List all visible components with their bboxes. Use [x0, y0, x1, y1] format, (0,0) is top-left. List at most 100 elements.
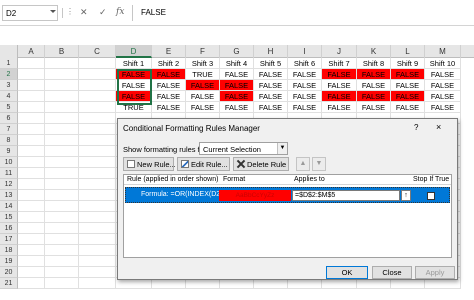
cell[interactable]: [45, 201, 79, 212]
data-cell[interactable]: FALSE: [391, 80, 425, 91]
cell[interactable]: [79, 267, 116, 278]
cell[interactable]: [79, 223, 116, 234]
row-header-18[interactable]: 18: [0, 245, 18, 256]
cell[interactable]: [45, 267, 79, 278]
data-cell[interactable]: FALSE: [186, 91, 220, 102]
cell[interactable]: [45, 69, 79, 80]
cell[interactable]: [79, 190, 116, 201]
cell[interactable]: [18, 234, 45, 245]
data-cell[interactable]: FALSE: [288, 91, 322, 102]
cell[interactable]: [18, 157, 45, 168]
cancel-formula-icon[interactable]: ✕: [80, 7, 88, 18]
cell[interactable]: [18, 91, 45, 102]
cell[interactable]: [79, 212, 116, 223]
cell[interactable]: [79, 124, 116, 135]
data-cell[interactable]: FALSE: [357, 102, 391, 113]
cell[interactable]: [79, 69, 116, 80]
row-header-9[interactable]: 9: [0, 146, 18, 157]
column-header-l[interactable]: L: [391, 45, 425, 58]
show-rules-select[interactable]: Current Selection ▼: [199, 142, 288, 155]
cell[interactable]: [79, 168, 116, 179]
row-header-8[interactable]: 8: [0, 135, 18, 146]
cell[interactable]: [45, 135, 79, 146]
data-cell[interactable]: FALSE: [254, 102, 288, 113]
cell[interactable]: [18, 179, 45, 190]
move-down-button[interactable]: ▼: [312, 157, 326, 171]
column-header-m[interactable]: M: [425, 45, 461, 58]
header-cell[interactable]: Shift 10: [425, 58, 461, 69]
cell[interactable]: [18, 201, 45, 212]
data-cell[interactable]: FALSE: [152, 69, 186, 80]
header-cell[interactable]: Shift 8: [357, 58, 391, 69]
row-header-1[interactable]: 1: [0, 58, 18, 69]
cell[interactable]: [79, 102, 116, 113]
column-header-j[interactable]: J: [322, 45, 357, 58]
header-cell[interactable]: Shift 3: [186, 58, 220, 69]
cell[interactable]: [45, 113, 79, 124]
data-cell[interactable]: FALSE: [254, 80, 288, 91]
cell[interactable]: [18, 278, 45, 289]
data-cell[interactable]: FALSE: [116, 91, 152, 102]
cell[interactable]: [18, 80, 45, 91]
cell[interactable]: [45, 179, 79, 190]
data-cell[interactable]: FALSE: [357, 69, 391, 80]
cell[interactable]: [18, 58, 45, 69]
row-header-21[interactable]: 21: [0, 278, 18, 289]
rule-row[interactable]: Formula: =OR(INDEX(D2... AaBbCcYyZz =$D$…: [125, 187, 450, 203]
data-cell[interactable]: FALSE: [425, 102, 461, 113]
cell[interactable]: [79, 234, 116, 245]
column-header-d[interactable]: D: [116, 45, 152, 58]
data-cell[interactable]: FALSE: [116, 69, 152, 80]
cell[interactable]: [79, 245, 116, 256]
name-box[interactable]: D2: [2, 5, 58, 21]
row-header-19[interactable]: 19: [0, 256, 18, 267]
row-header-20[interactable]: 20: [0, 267, 18, 278]
data-cell[interactable]: FALSE: [186, 80, 220, 91]
ok-button[interactable]: OK: [326, 266, 368, 279]
name-box-dropdown-icon[interactable]: [50, 10, 56, 13]
cell[interactable]: [18, 124, 45, 135]
cell[interactable]: [18, 223, 45, 234]
cell[interactable]: [45, 168, 79, 179]
move-up-button[interactable]: ▲: [296, 157, 310, 171]
cell[interactable]: [18, 212, 45, 223]
column-header-e[interactable]: E: [152, 45, 186, 58]
cell[interactable]: [45, 80, 79, 91]
row-header-15[interactable]: 15: [0, 212, 18, 223]
edit-rule-button[interactable]: Edit Rule...: [177, 157, 230, 171]
close-icon[interactable]: ×: [436, 122, 441, 132]
row-header-7[interactable]: 7: [0, 124, 18, 135]
data-cell[interactable]: TRUE: [116, 102, 152, 113]
column-header-h[interactable]: H: [254, 45, 288, 58]
cell[interactable]: [45, 234, 79, 245]
row-header-4[interactable]: 4: [0, 91, 18, 102]
column-header-c[interactable]: C: [79, 45, 116, 58]
row-header-16[interactable]: 16: [0, 223, 18, 234]
formula-bar-grip-icon[interactable]: ⋮: [66, 7, 74, 16]
row-header-2[interactable]: 2: [0, 69, 18, 80]
cell[interactable]: [18, 146, 45, 157]
row-header-11[interactable]: 11: [0, 168, 18, 179]
data-cell[interactable]: FALSE: [425, 69, 461, 80]
row-header-14[interactable]: 14: [0, 201, 18, 212]
applies-to-input[interactable]: =$D$2:$M$5: [292, 190, 400, 201]
column-header-f[interactable]: F: [186, 45, 220, 58]
row-header-17[interactable]: 17: [0, 234, 18, 245]
cell[interactable]: [45, 91, 79, 102]
data-cell[interactable]: FALSE: [254, 69, 288, 80]
cell[interactable]: [18, 135, 45, 146]
cell[interactable]: [45, 245, 79, 256]
column-header-k[interactable]: K: [357, 45, 391, 58]
cell[interactable]: [45, 278, 79, 289]
cell[interactable]: [79, 91, 116, 102]
data-cell[interactable]: FALSE: [220, 80, 254, 91]
cell[interactable]: [18, 267, 45, 278]
data-cell[interactable]: FALSE: [152, 91, 186, 102]
cell[interactable]: [45, 212, 79, 223]
close-button[interactable]: Close: [372, 266, 412, 279]
data-cell[interactable]: FALSE: [322, 102, 357, 113]
cell[interactable]: [18, 168, 45, 179]
data-cell[interactable]: FALSE: [186, 102, 220, 113]
header-cell[interactable]: Shift 5: [254, 58, 288, 69]
collapse-dialog-icon[interactable]: ↑: [401, 190, 411, 201]
